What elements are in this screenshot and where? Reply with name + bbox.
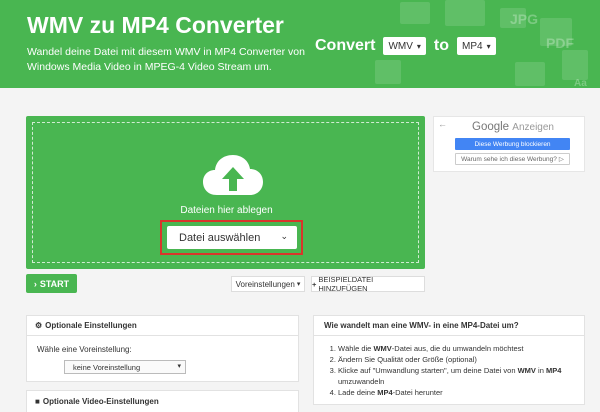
drop-label: Dateien hier ablegen xyxy=(180,205,273,216)
why-ad-label: Warum sehe ich diese Werbung? xyxy=(461,155,557,163)
ad-panel: ← Google Anzeigen Diese Werbung blockier… xyxy=(433,116,585,172)
list-item: Klicke auf "Umwandlung starten", um dein… xyxy=(338,365,578,387)
optional-settings-header: ⚙ Optionale Einstellungen xyxy=(27,316,298,336)
start-button[interactable]: › START xyxy=(26,274,77,293)
add-sample-file-button[interactable]: + BEISPIELDATEI HINZUFÜGEN xyxy=(311,275,425,293)
video-settings-header[interactable]: ■ Optionale Video-Einstellungen xyxy=(27,391,298,411)
chevron-down-icon: ▾ xyxy=(177,363,181,370)
optional-settings-panel: ⚙ Optionale Einstellungen Wähle eine Vor… xyxy=(26,315,299,382)
jpg-deco-label: JPG xyxy=(510,11,538,27)
google-label: Google xyxy=(472,121,510,133)
chevron-right-icon: › xyxy=(33,278,37,289)
back-arrow-icon[interactable]: ← xyxy=(438,119,447,129)
preset-select[interactable]: keine Voreinstellung ▾ xyxy=(64,360,186,374)
anzeigen-label: Anzeigen xyxy=(512,122,554,133)
convert-label: Convert xyxy=(315,37,376,54)
choose-file-button[interactable]: Datei auswählen ⌄ xyxy=(167,226,297,249)
why-ad-button[interactable]: Warum sehe ich diese Werbung? ▷ xyxy=(455,153,570,165)
presets-label: Voreinstellungen xyxy=(235,279,295,289)
preset-label: Wähle eine Voreinstellung: xyxy=(37,345,132,354)
page-title: WMV zu MP4 Converter xyxy=(27,12,284,38)
page-subtitle: Wandel deine Datei mit diesem WMV in MP4… xyxy=(27,46,305,73)
video-settings-panel: ■ Optionale Video-Einstellungen xyxy=(26,390,299,412)
chevron-down-icon: ▾ xyxy=(296,281,301,288)
video-settings-title: Optionale Video-Einstellungen xyxy=(42,396,159,406)
to-format-select[interactable]: MP4 ▾ xyxy=(457,37,496,55)
start-label: START xyxy=(39,278,70,289)
block-ad-button[interactable]: Diese Werbung blockieren xyxy=(455,138,570,150)
plus-icon: + xyxy=(312,279,317,289)
choose-file-label: Datei auswählen xyxy=(179,231,261,244)
preset-value: keine Voreinstellung xyxy=(73,362,141,372)
list-item: Wähle die WMV-Datei aus, die du umwandel… xyxy=(338,343,578,354)
gear-icon: ⚙ xyxy=(35,321,43,330)
optional-settings-title: Optionale Einstellungen xyxy=(45,321,137,330)
chevron-down-icon: ⌄ xyxy=(280,231,288,241)
font-deco-label: Aa xyxy=(574,78,587,88)
format-selector-bar: Convert WMV ▾ to MP4 ▾ xyxy=(315,36,504,56)
chevron-down-icon: ▾ xyxy=(416,41,421,51)
howto-steps: Wähle die WMV-Datei aus, die du umwandel… xyxy=(328,343,578,398)
to-format-value: MP4 xyxy=(462,40,483,52)
howto-title: Wie wandelt man eine WMV- in eine MP4-Da… xyxy=(314,316,584,336)
presets-dropdown[interactable]: Voreinstellungen ▾ xyxy=(231,276,305,292)
cloud-upload-icon xyxy=(203,155,263,195)
upload-dropzone[interactable]: Dateien hier ablegen Datei auswählen ⌄ xyxy=(26,116,425,269)
chevron-right-icon: ▷ xyxy=(558,156,564,163)
to-label: to xyxy=(433,37,450,54)
from-format-value: WMV xyxy=(388,40,413,52)
from-format-select[interactable]: WMV ▾ xyxy=(383,37,426,55)
pdf-deco-label: PDF xyxy=(546,35,574,51)
list-item: Ändern Sie Qualität oder Größe (optional… xyxy=(338,354,578,365)
google-ads-header: Google Anzeigen xyxy=(472,121,554,133)
list-item: Lade deine MP4-Datei herunter xyxy=(338,387,578,398)
video-camera-icon: ■ xyxy=(35,396,40,406)
dropzone-border: Dateien hier ablegen Datei auswählen ⌄ xyxy=(32,122,419,263)
howto-panel: Wie wandelt man eine WMV- in eine MP4-Da… xyxy=(313,315,585,405)
header-banner: JPG PDF Aa WMV zu MP4 Converter Wandel d… xyxy=(0,0,600,88)
chevron-down-icon: ▾ xyxy=(486,41,491,51)
add-sample-label: BEISPIELDATEI HINZUFÜGEN xyxy=(318,275,374,293)
